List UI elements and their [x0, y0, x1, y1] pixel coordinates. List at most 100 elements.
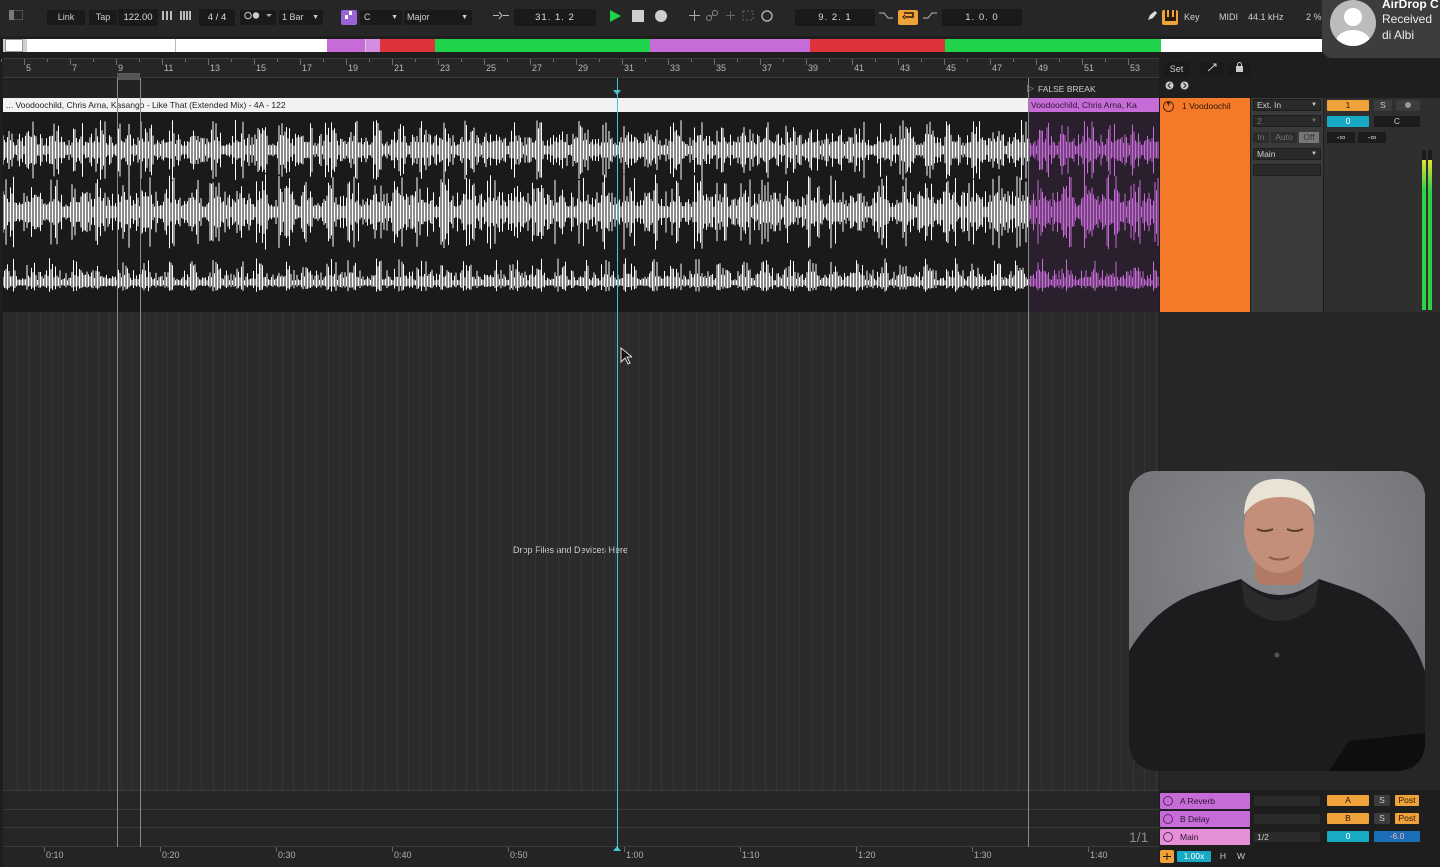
- re-enable-automation-icon[interactable]: [723, 10, 737, 25]
- nudge-down-icon[interactable]: [160, 10, 174, 25]
- input-type-dropdown[interactable]: Ext. In ▼: [1253, 99, 1321, 111]
- return-track-1[interactable]: A Reverb: [1160, 793, 1250, 809]
- locator-line[interactable]: [1028, 78, 1029, 847]
- draw-mode-icon[interactable]: [1145, 10, 1159, 25]
- track-fold-icon[interactable]: ▼: [1163, 101, 1174, 112]
- return-track-3[interactable]: Main: [1160, 829, 1250, 845]
- solo-button[interactable]: S: [1374, 813, 1390, 824]
- monitor-auto-button[interactable]: Auto: [1271, 132, 1297, 143]
- return-output-field[interactable]: [1253, 795, 1321, 807]
- bar-number: 43: [900, 63, 911, 73]
- automation-arm-icon[interactable]: [704, 10, 720, 25]
- prev-locator-icon[interactable]: [1164, 80, 1174, 95]
- arrangement-overview[interactable]: [3, 39, 1322, 52]
- view-toggle-icon[interactable]: [7, 9, 25, 25]
- loop-start-line[interactable]: [117, 78, 118, 847]
- locator-lane[interactable]: ▷ FALSE BREAK: [3, 80, 1159, 98]
- quantize-dropdown[interactable]: 1 Bar ▼: [279, 10, 323, 25]
- width-toggle-button[interactable]: W: [1234, 851, 1248, 862]
- time-signature-field[interactable]: 4 / 4: [199, 9, 235, 26]
- loop-start-field[interactable]: 9. 2. 1: [795, 9, 875, 26]
- monitor-in-button[interactable]: In: [1253, 132, 1269, 143]
- beat-time-ruler[interactable]: 5 7 9 11 13 15 17 19 21 23 25 27 29 31 33 35 37 39 41 43 45 4…: [1, 58, 1159, 81]
- grid-line: [937, 312, 938, 790]
- return-output-field[interactable]: 1/2: [1253, 831, 1321, 843]
- arrangement-position-field[interactable]: 31. 1. 2: [514, 9, 596, 26]
- output-channel-field[interactable]: [1253, 164, 1321, 176]
- bar-subtick: [1013, 59, 1014, 62]
- session-record-icon[interactable]: [759, 10, 775, 25]
- zoom-factor-field[interactable]: 1.00x: [1177, 851, 1211, 862]
- set-locator-button[interactable]: Set: [1164, 62, 1189, 77]
- metronome-toggle[interactable]: [240, 10, 276, 25]
- next-locator-icon[interactable]: [1179, 80, 1189, 95]
- track-header[interactable]: ▼ 1 Voodoochil: [1160, 98, 1250, 312]
- loop-length-field[interactable]: 1. 0. 0: [942, 9, 1022, 26]
- overview-viewport[interactable]: [5, 39, 23, 52]
- overdub-icon[interactable]: [687, 10, 701, 25]
- master-volume-field[interactable]: -6.0: [1374, 831, 1420, 842]
- output-dropdown[interactable]: Main ▼: [1253, 148, 1321, 160]
- loop-end-line[interactable]: [140, 78, 141, 847]
- grid-line: [236, 312, 237, 790]
- post-send-button[interactable]: Post: [1395, 795, 1419, 806]
- lock-icon[interactable]: [1228, 62, 1250, 77]
- tap-tempo-button[interactable]: Tap: [89, 10, 117, 25]
- quantize-value: 1 Bar: [282, 12, 304, 22]
- time-ruler[interactable]: 0:10 0:20 0:30 0:40 0:50 1:00 1:10 1:20 1:30 1:40: [3, 846, 1159, 867]
- track-name[interactable]: 1 Voodoochil: [1182, 101, 1231, 111]
- return-track-2[interactable]: B Delay: [1160, 811, 1250, 827]
- scale-dropdown[interactable]: Major ▼: [404, 10, 472, 25]
- playhead-marker-icon[interactable]: [613, 90, 621, 95]
- grid-line: [1064, 312, 1065, 790]
- key-root-dropdown[interactable]: C ▼: [360, 10, 402, 25]
- return-activator-button[interactable]: B: [1327, 813, 1369, 824]
- midi-map-button[interactable]: MIDI: [1219, 9, 1238, 26]
- nudge-up-icon[interactable]: [178, 10, 194, 25]
- record-button[interactable]: [653, 10, 669, 25]
- time-mark: 0:30: [278, 850, 296, 860]
- arrangement-empty-area[interactable]: Drop Files and Devices Here: [3, 312, 1159, 790]
- tempo-field[interactable]: 122.00: [118, 9, 158, 26]
- follow-toggle-icon[interactable]: [1160, 850, 1174, 863]
- keyboard-icon[interactable]: [1162, 10, 1178, 25]
- capture-midi-icon[interactable]: [740, 10, 756, 25]
- follow-icon[interactable]: [490, 10, 512, 25]
- link-button[interactable]: Link: [47, 10, 85, 25]
- stop-button[interactable]: [630, 10, 646, 25]
- input-channel-dropdown[interactable]: 2 ▼: [1253, 115, 1321, 127]
- audio-clip[interactable]: ... Voodoochild, Chris Arna, Kasango - L…: [3, 98, 1159, 312]
- bar-subtick: [1105, 59, 1106, 62]
- height-toggle-button[interactable]: H: [1216, 851, 1230, 862]
- locator-false-break[interactable]: ▷ FALSE BREAK: [1027, 83, 1147, 95]
- loop-toggle-button[interactable]: [898, 10, 918, 25]
- track-activator-button[interactable]: 1: [1327, 100, 1369, 111]
- return-activator-button[interactable]: 0: [1327, 831, 1369, 842]
- airdrop-notification[interactable]: AirDrop C Received di Albi: [1322, 0, 1440, 58]
- grid-line: [604, 312, 605, 790]
- scale-value: Major: [407, 12, 430, 22]
- play-button[interactable]: [607, 10, 623, 25]
- key-map-button[interactable]: Key: [1184, 9, 1200, 26]
- expand-icon[interactable]: [1200, 62, 1224, 77]
- clip-title[interactable]: ... Voodoochild, Chris Arna, Kasango - L…: [3, 98, 1028, 112]
- solo-button[interactable]: S: [1374, 795, 1390, 806]
- playhead-marker-icon[interactable]: [613, 846, 621, 851]
- solo-button[interactable]: S: [1374, 100, 1392, 111]
- return-activator-button[interactable]: A: [1327, 795, 1369, 806]
- volume-field[interactable]: 0: [1327, 116, 1369, 127]
- punch-in-icon[interactable]: [877, 10, 895, 25]
- track-fold-icon[interactable]: [1163, 814, 1173, 824]
- post-send-button[interactable]: Post: [1395, 813, 1419, 824]
- track-fold-icon[interactable]: [1163, 796, 1173, 806]
- pan-field[interactable]: C: [1374, 116, 1420, 127]
- scale-mode-button[interactable]: [341, 10, 357, 25]
- return-output-field[interactable]: [1253, 813, 1321, 825]
- clip-title-section[interactable]: Voodoochild, Chris Arna, Ka: [1028, 98, 1159, 112]
- playhead-line[interactable]: [617, 78, 618, 847]
- track-fold-icon[interactable]: [1163, 832, 1173, 842]
- monitor-off-button[interactable]: Off: [1299, 132, 1319, 143]
- arm-button[interactable]: [1396, 100, 1420, 111]
- bar-tick: [438, 59, 439, 65]
- punch-out-icon[interactable]: [921, 10, 939, 25]
